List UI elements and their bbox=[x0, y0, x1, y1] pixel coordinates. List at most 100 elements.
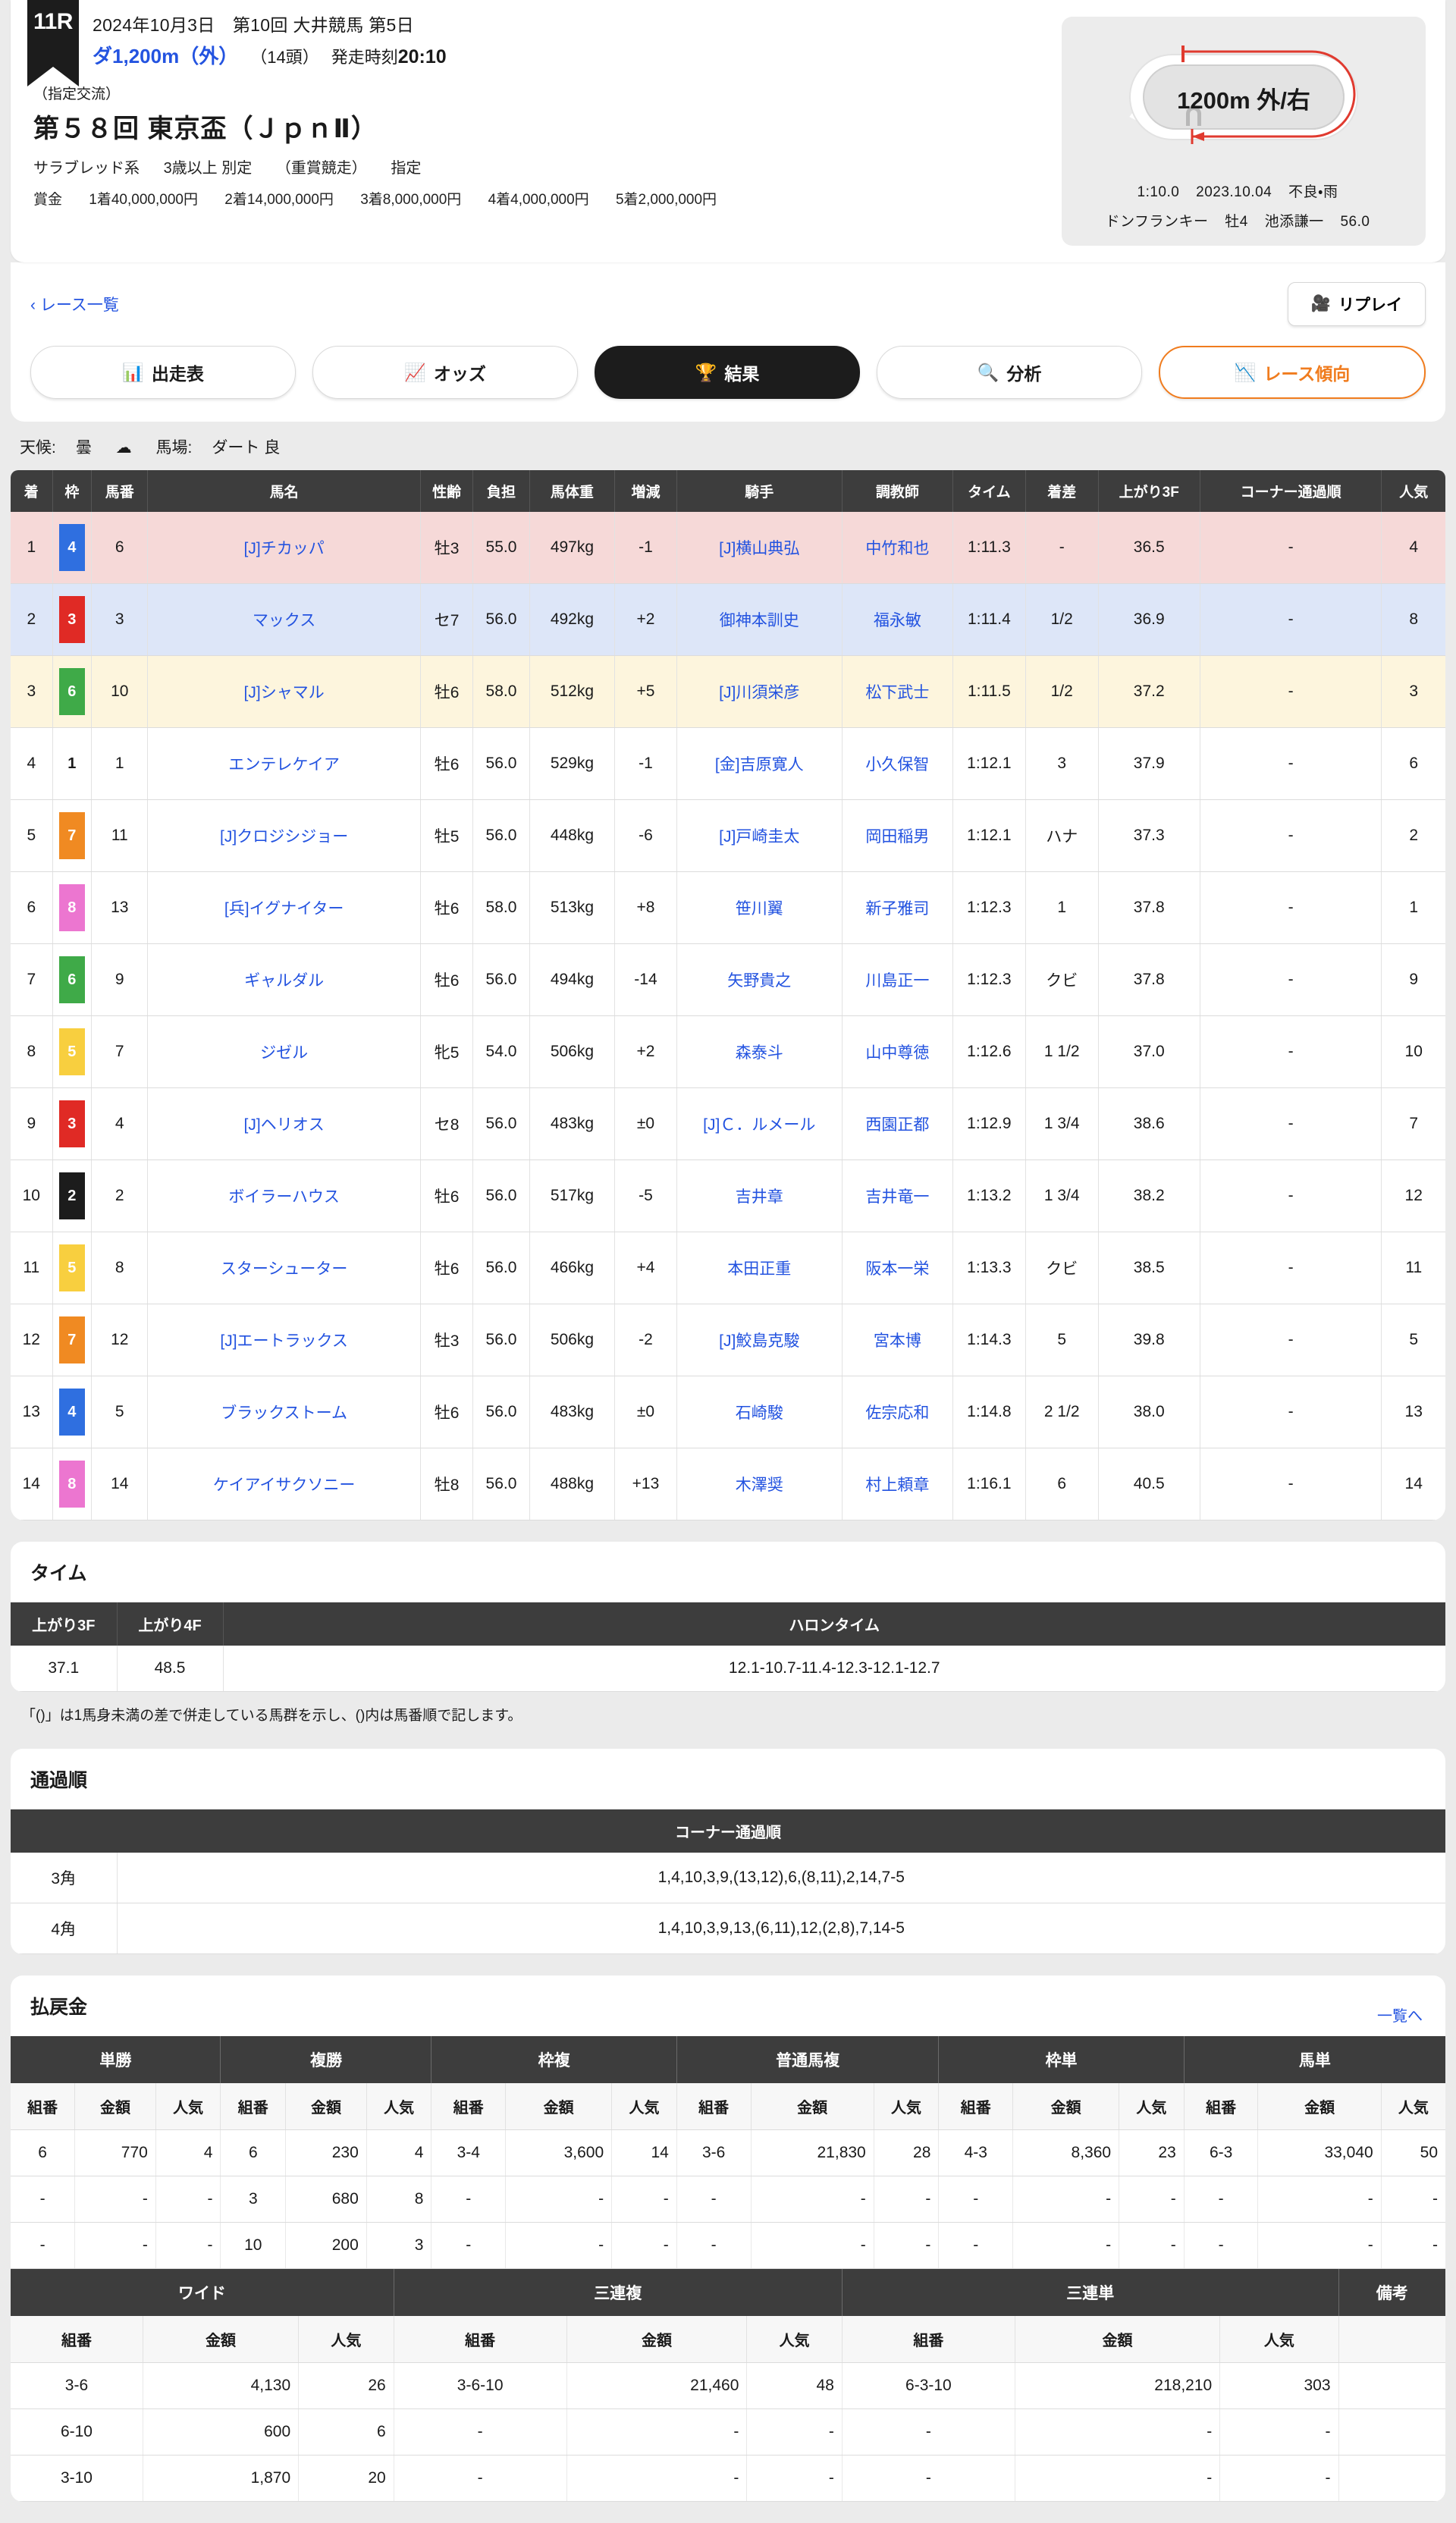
table-row[interactable]: 13 4 5 ブラックストーム 牡6 56.0 483kg ±0 石崎駿 佐宗応和 1:14.8 2 … bbox=[11, 1376, 1445, 1448]
cell-futan: 58.0 bbox=[472, 655, 530, 728]
course-diagram-panel: 1200m 外/右 1:10.0 2023.10.04 不良・雨 ドンフランキー… bbox=[1062, 17, 1426, 246]
replay-button[interactable]: 🎥 リプレイ bbox=[1287, 282, 1426, 326]
race-nav-card: ‹ レース一覧 🎥 リプレイ 📊 出走表 📈 オッズ 🏆 結果 🔍 分析 📉 レ… bbox=[11, 262, 1445, 422]
halon-time-value: 12.1-10.7-11.4-12.3-12.1-12.7 bbox=[223, 1646, 1445, 1692]
table-row[interactable]: 12 7 12 [J]エートラックス 牡3 56.0 506kg -2 [J]鮫島克駿 宮本博 1:… bbox=[11, 1304, 1445, 1376]
race-conditions: サラブレッド系 3歳以上 別定 （重賞競走） 指定 bbox=[33, 155, 1062, 177]
cell-sex-age: セ8 bbox=[420, 1087, 474, 1160]
corner-table: コーナー通過順 3角 1,4,10,3,9,(13,12),6,(8,11),2,… bbox=[11, 1809, 1445, 1954]
payout-amount: - bbox=[751, 2222, 874, 2269]
cell-margin: クビ bbox=[1025, 943, 1099, 1016]
cell-horse-name: [J]チカッパ bbox=[147, 512, 421, 584]
tab-bunseki[interactable]: 🔍 分析 bbox=[877, 346, 1142, 399]
payout-amount: 218,210 bbox=[1015, 2362, 1221, 2409]
cell-chaku: 2 bbox=[11, 583, 53, 656]
cell-sex-age: 牡6 bbox=[420, 943, 474, 1016]
table-row[interactable]: 3 6 10 [J]シャマル 牡6 58.0 512kg +5 [J]川須栄彦 松下武士 1:11.… bbox=[11, 655, 1445, 728]
cell-umaban: 13 bbox=[91, 871, 149, 944]
payout-amount: 600 bbox=[143, 2408, 300, 2456]
payout-table-primary: 単勝 複勝 枠複 普通馬複 枠単 馬単 組番 金額 人気 組番 金額 人気 組番 金額 人気 組番 金額 人気組… bbox=[11, 2036, 1445, 2269]
cell-trainer: 西園正都 bbox=[842, 1087, 953, 1160]
cell-agari3f: 37.2 bbox=[1098, 655, 1200, 728]
cell-umaban: 7 bbox=[91, 1015, 149, 1088]
tab-race-keikou[interactable]: 📉 レース傾向 bbox=[1159, 346, 1426, 399]
back-to-race-list-link[interactable]: ‹ レース一覧 bbox=[30, 293, 119, 315]
payout-popularity: 48 bbox=[746, 2362, 843, 2409]
cell-sex-age: 牡6 bbox=[420, 1376, 474, 1448]
cell-jockey: [金]吉原寛人 bbox=[676, 727, 843, 800]
result-table-body: 1 4 6 [J]チカッパ 牡3 55.0 497kg -1 [J]横山典弘 中竹和也 1:11.3… bbox=[11, 512, 1445, 1520]
table-row[interactable]: 5 7 11 [J]クロジシジョー 牡5 56.0 448kg -6 [J]戸崎圭太 岡田稲男 1:… bbox=[11, 799, 1445, 872]
payout-popularity: - bbox=[1219, 2408, 1339, 2456]
cell-chaku: 4 bbox=[11, 727, 53, 800]
cell-agari3f: 38.5 bbox=[1098, 1232, 1200, 1304]
condition-item: 指定 bbox=[391, 160, 422, 177]
payout-sub-header: 組番 bbox=[842, 2316, 1015, 2363]
distance-label: 1,200m bbox=[112, 45, 180, 67]
table-row[interactable]: 8 5 7 ジゼル 牝5 54.0 506kg +2 森泰斗 山中尊徳 1:12.6 1 1/2 37.… bbox=[11, 1015, 1445, 1088]
payout-popularity: - bbox=[1119, 2222, 1185, 2269]
table-row[interactable]: 14 8 14 ケイアイサクソニー 牡8 56.0 488kg +13 木澤奨 村上頼章 1:16.… bbox=[11, 1448, 1445, 1520]
race-header-left: 11R 2024年10月3日 第10回 大井競馬 第5日 ダ 1,200m （外… bbox=[11, 0, 1062, 246]
payout-popularity: 4 bbox=[366, 2129, 432, 2176]
tab-kekka[interactable]: 🏆 結果 bbox=[595, 346, 860, 399]
payout-group-header: 枠複 bbox=[431, 2036, 677, 2083]
grade-note: （指定交流） bbox=[33, 86, 121, 102]
corner-section-title: 通過順 bbox=[30, 1770, 88, 1791]
race-prize-line: 賞金 1着40,000,000円 2着14,000,000円 3着8,000,0… bbox=[33, 188, 1062, 209]
table-row[interactable]: 11 5 8 スターシューター 牡6 56.0 466kg +4 本田正重 阪本一栄 1:13.3 ク… bbox=[11, 1232, 1445, 1304]
table-row[interactable]: 1 4 6 [J]チカッパ 牡3 55.0 497kg -1 [J]横山典弘 中竹和也 1:11.3… bbox=[11, 512, 1445, 584]
back-link-label: レース一覧 bbox=[39, 297, 119, 314]
table-row[interactable]: 9 3 4 [J]ヘリオス セ8 56.0 483kg ±0 [J]Ｃ．ルメール 西園正都 1:12… bbox=[11, 1087, 1445, 1160]
table-row[interactable]: 7 6 9 ギャルダル 牡6 56.0 494kg -14 矢野貴之 川島正一 1:12.3 クビ 37… bbox=[11, 943, 1445, 1016]
table-row[interactable]: 6 8 13 [兵]イグナイター 牡6 58.0 513kg +8 笹川翼 新子雅司 1:12.3 1… bbox=[11, 871, 1445, 944]
payout-amount: - bbox=[1012, 2176, 1120, 2223]
payout-row: - - -3 680 8- - - - - - - - - - - - bbox=[11, 2176, 1445, 2223]
cell-time: 1:12.3 bbox=[952, 871, 1026, 944]
payout-list-link[interactable]: 一覧へ bbox=[1377, 2004, 1423, 2026]
payout-amount: 4,130 bbox=[143, 2362, 300, 2409]
page-title: 第５８回 東京盃（ＪｐｎⅡ） bbox=[33, 115, 378, 143]
prize-item: 5着2,000,000円 bbox=[615, 192, 717, 208]
payout-group-header: ワイド bbox=[11, 2269, 394, 2316]
cell-trainer: 松下武士 bbox=[842, 655, 953, 728]
payout-combination: - bbox=[676, 2176, 752, 2223]
cell-trainer: 佐宗応和 bbox=[842, 1376, 953, 1448]
payout-sub-header: 金額 bbox=[505, 2083, 613, 2130]
payout-sub-header: 人気 bbox=[1381, 2083, 1445, 2130]
cell-futan: 56.0 bbox=[472, 799, 530, 872]
payout-popularity: - bbox=[1381, 2176, 1445, 2223]
table-row[interactable]: 10 2 2 ボイラーハウス 牡6 56.0 517kg -5 吉井章 吉井竜一 1:13.2 1 3… bbox=[11, 1160, 1445, 1232]
cell-umaban: 2 bbox=[91, 1160, 149, 1232]
table-row[interactable]: 2 3 3 マックス セ7 56.0 492kg +2 御神本訓史 福永敏 1:11.4 1/2 36.… bbox=[11, 583, 1445, 656]
col-umaban: 馬番 bbox=[91, 470, 149, 512]
magnifier-icon: 🔍 bbox=[977, 362, 999, 382]
cell-futan: 56.0 bbox=[472, 1448, 530, 1520]
cell-time: 1:13.3 bbox=[952, 1232, 1026, 1304]
cell-horse-name: [J]シャマル bbox=[147, 655, 421, 728]
table-row[interactable]: 4 1 1 エンテレケイア 牡6 56.0 529kg -1 [金]吉原寛人 小久保智 1:12.1… bbox=[11, 727, 1445, 800]
cell-corner-order: - bbox=[1200, 1087, 1382, 1160]
payout-sub-header: 金額 bbox=[74, 2083, 156, 2130]
corner-table-body: 3角 1,4,10,3,9,(13,12),6,(8,11),2,14,7-5 4角… bbox=[11, 1853, 1445, 1954]
col-ninki: 人気 bbox=[1381, 470, 1445, 512]
cell-corner-order: - bbox=[1200, 655, 1382, 728]
payout-row: 6-10 600 6- - - - - - bbox=[11, 2408, 1445, 2456]
cell-margin: 2 1/2 bbox=[1025, 1376, 1099, 1448]
cell-weight-change: -1 bbox=[614, 727, 677, 800]
payout-amount: - bbox=[505, 2176, 613, 2223]
cell-sex-age: 牡3 bbox=[420, 512, 474, 584]
payout-amount: - bbox=[1015, 2408, 1221, 2456]
cell-body-weight: 506kg bbox=[529, 1015, 616, 1088]
cell-horse-name: [J]クロジシジョー bbox=[147, 799, 421, 872]
payout-group-header: 単勝 bbox=[11, 2036, 221, 2083]
payout-amount: 230 bbox=[285, 2129, 367, 2176]
time-table-header-row: 上がり3F 上がり4F ハロンタイム bbox=[11, 1602, 1445, 1646]
payout-section: 払戻金 一覧へ 単勝 複勝 枠複 普通馬複 枠単 馬単 組番 金額 人気 組番 金額 人気 組番 金額人… bbox=[11, 1975, 1445, 2502]
payout-sub-header: 組番 bbox=[11, 2083, 76, 2130]
cell-popularity: 11 bbox=[1381, 1232, 1445, 1304]
tab-shussouhyou[interactable]: 📊 出走表 bbox=[30, 346, 296, 399]
payout-sub-header: 組番 bbox=[1184, 2083, 1259, 2130]
payout-combination: - bbox=[11, 2176, 76, 2223]
tab-odds[interactable]: 📈 オッズ bbox=[312, 346, 578, 399]
